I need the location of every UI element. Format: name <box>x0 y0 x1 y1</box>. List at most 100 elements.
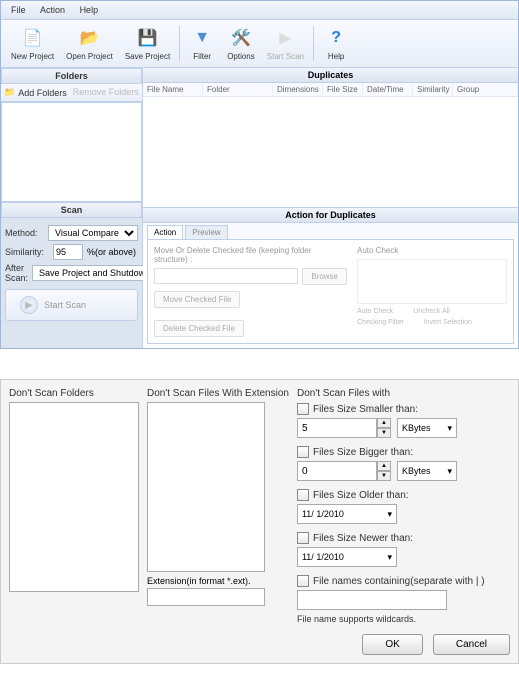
col-filename[interactable]: File Name <box>143 83 203 96</box>
toolbar: 📄New Project 📂Open Project 💾Save Project… <box>1 20 518 68</box>
tab-action[interactable]: Action <box>147 225 183 239</box>
col-folder[interactable]: Folder <box>203 83 273 96</box>
bigger-input[interactable] <box>297 461 377 481</box>
containing-label: File names containing(separate with | ) <box>313 576 485 587</box>
similarity-suffix: %(or above) <box>87 247 136 257</box>
delete-checked-button[interactable]: Delete Checked File <box>154 320 244 337</box>
similarity-label: Similarity: <box>5 247 49 257</box>
autocheck-link[interactable]: Auto Check <box>357 308 393 315</box>
extension-format-label: Extension(in format *.ext). <box>147 576 289 586</box>
browse-button[interactable]: Browse <box>302 268 347 285</box>
folders-toolbar: 📁Add Folders Remove Folders <box>1 84 142 102</box>
smaller-checkbox[interactable] <box>297 403 309 415</box>
dialog-buttons: OK Cancel <box>9 634 510 655</box>
open-project-icon: 📂 <box>77 26 101 50</box>
move-checked-button[interactable]: Move Checked File <box>154 291 240 308</box>
similarity-input[interactable] <box>53 244 83 260</box>
duplicates-header: File Name Folder Dimensions File Size Da… <box>143 83 518 97</box>
uncheckall-link[interactable]: Uncheck All <box>413 308 450 315</box>
menu-action[interactable]: Action <box>34 3 71 17</box>
ok-button[interactable]: OK <box>362 634 422 655</box>
action-right: Auto Check Auto Check Uncheck All Checki… <box>357 246 507 337</box>
folders-panel-title: Folders <box>1 68 142 84</box>
dont-scan-ext-label: Don't Scan Files With Extension <box>147 388 289 399</box>
action-duplicates-title: Action for Duplicates <box>143 207 518 223</box>
smaller-input[interactable] <box>297 418 377 438</box>
filter-dialog: Don't Scan Folders Don't Scan Files With… <box>0 379 519 664</box>
play-icon: ▶ <box>273 26 297 50</box>
add-folders-button[interactable]: 📁Add Folders <box>4 87 67 98</box>
options-icon: 🛠️ <box>229 26 253 50</box>
filter-icon: ▼ <box>190 26 214 50</box>
older-label: Files Size Older than: <box>313 490 409 501</box>
separator <box>313 26 314 61</box>
bigger-unit-select[interactable]: KBytes▾ <box>397 461 457 481</box>
older-checkbox[interactable] <box>297 489 309 501</box>
bigger-spinner[interactable]: ▲▼ <box>377 461 391 481</box>
dont-scan-folders-section: Don't Scan Folders <box>9 388 139 624</box>
dont-scan-ext-list[interactable] <box>147 402 265 572</box>
checkingfilter-link[interactable]: Checking Filter <box>357 319 404 326</box>
main-content: Folders 📁Add Folders Remove Folders Scan… <box>1 68 518 348</box>
extension-input[interactable] <box>147 588 265 606</box>
smaller-spinner[interactable]: ▲▼ <box>377 418 391 438</box>
scan-panel: Method: Visual Compare Similarity: %(or ab… <box>1 218 142 331</box>
dont-scan-files-label: Don't Scan Files with <box>297 388 510 399</box>
help-icon: ? <box>324 26 348 50</box>
dont-scan-ext-section: Don't Scan Files With Extension Extensio… <box>147 388 289 624</box>
filter-button[interactable]: ▼Filter <box>183 24 221 63</box>
menu-help[interactable]: Help <box>74 3 105 17</box>
folders-list[interactable] <box>1 102 142 202</box>
smaller-label: Files Size Smaller than: <box>313 404 418 415</box>
invertselection-link[interactable]: Invert Selection <box>424 319 472 326</box>
newer-label: Files Size Newer than: <box>313 533 413 544</box>
move-delete-label: Move Or Delete Checked file (keeping fol… <box>154 246 347 264</box>
save-project-icon: 💾 <box>136 26 160 50</box>
play-icon: ▶ <box>20 296 38 314</box>
wildcards-hint: File name supports wildcards. <box>297 614 510 624</box>
bigger-label: Files Size Bigger than: <box>313 447 413 458</box>
start-scan-button[interactable]: ▶Start Scan <box>5 289 138 321</box>
main-window: File Action Help 📄New Project 📂Open Proj… <box>0 0 519 349</box>
containing-input[interactable] <box>297 590 447 610</box>
save-project-button[interactable]: 💾Save Project <box>119 24 176 63</box>
separator <box>179 26 180 61</box>
smaller-unit-select[interactable]: KBytes▾ <box>397 418 457 438</box>
col-dimensions[interactable]: Dimensions <box>273 83 323 96</box>
col-datetime[interactable]: Date/Time <box>363 83 413 96</box>
col-similarity[interactable]: Similarity <box>413 83 453 96</box>
action-tabs: Action Preview <box>143 223 518 239</box>
tab-preview[interactable]: Preview <box>185 225 227 239</box>
open-project-button[interactable]: 📂Open Project <box>60 24 119 63</box>
new-project-icon: 📄 <box>21 26 45 50</box>
options-button[interactable]: 🛠️Options <box>221 24 261 63</box>
menu-file[interactable]: File <box>5 3 32 17</box>
menu-bar: File Action Help <box>1 1 518 20</box>
add-folder-icon: 📁 <box>4 87 15 98</box>
right-panel: Duplicates File Name Folder Dimensions F… <box>143 68 518 348</box>
start-scan-toolbar-button[interactable]: ▶Start Scan <box>261 24 310 63</box>
col-filesize[interactable]: File Size <box>323 83 363 96</box>
dont-scan-folders-label: Don't Scan Folders <box>9 388 139 399</box>
action-left: Move Or Delete Checked file (keeping fol… <box>154 246 347 337</box>
autocheck-label: Auto Check <box>357 246 507 255</box>
newer-checkbox[interactable] <box>297 532 309 544</box>
afterscan-label: After Scan: <box>5 263 28 283</box>
cancel-button[interactable]: Cancel <box>433 634 510 655</box>
newer-date-input[interactable]: 11/ 1/2010▾ <box>297 547 397 567</box>
dont-scan-folders-list[interactable] <box>9 402 139 592</box>
containing-checkbox[interactable] <box>297 575 309 587</box>
new-project-button[interactable]: 📄New Project <box>5 24 60 63</box>
bigger-checkbox[interactable] <box>297 446 309 458</box>
method-label: Method: <box>5 228 44 238</box>
duplicates-list[interactable] <box>143 97 518 207</box>
older-date-input[interactable]: 11/ 1/2010▾ <box>297 504 397 524</box>
autocheck-box <box>357 259 507 304</box>
help-button[interactable]: ?Help <box>317 24 355 63</box>
duplicates-title: Duplicates <box>143 68 518 83</box>
method-select[interactable]: Visual Compare <box>48 225 138 241</box>
action-body: Move Or Delete Checked file (keeping fol… <box>147 239 514 344</box>
scan-panel-title: Scan <box>1 202 142 218</box>
destination-input[interactable] <box>154 268 298 284</box>
col-group[interactable]: Group <box>453 83 518 96</box>
